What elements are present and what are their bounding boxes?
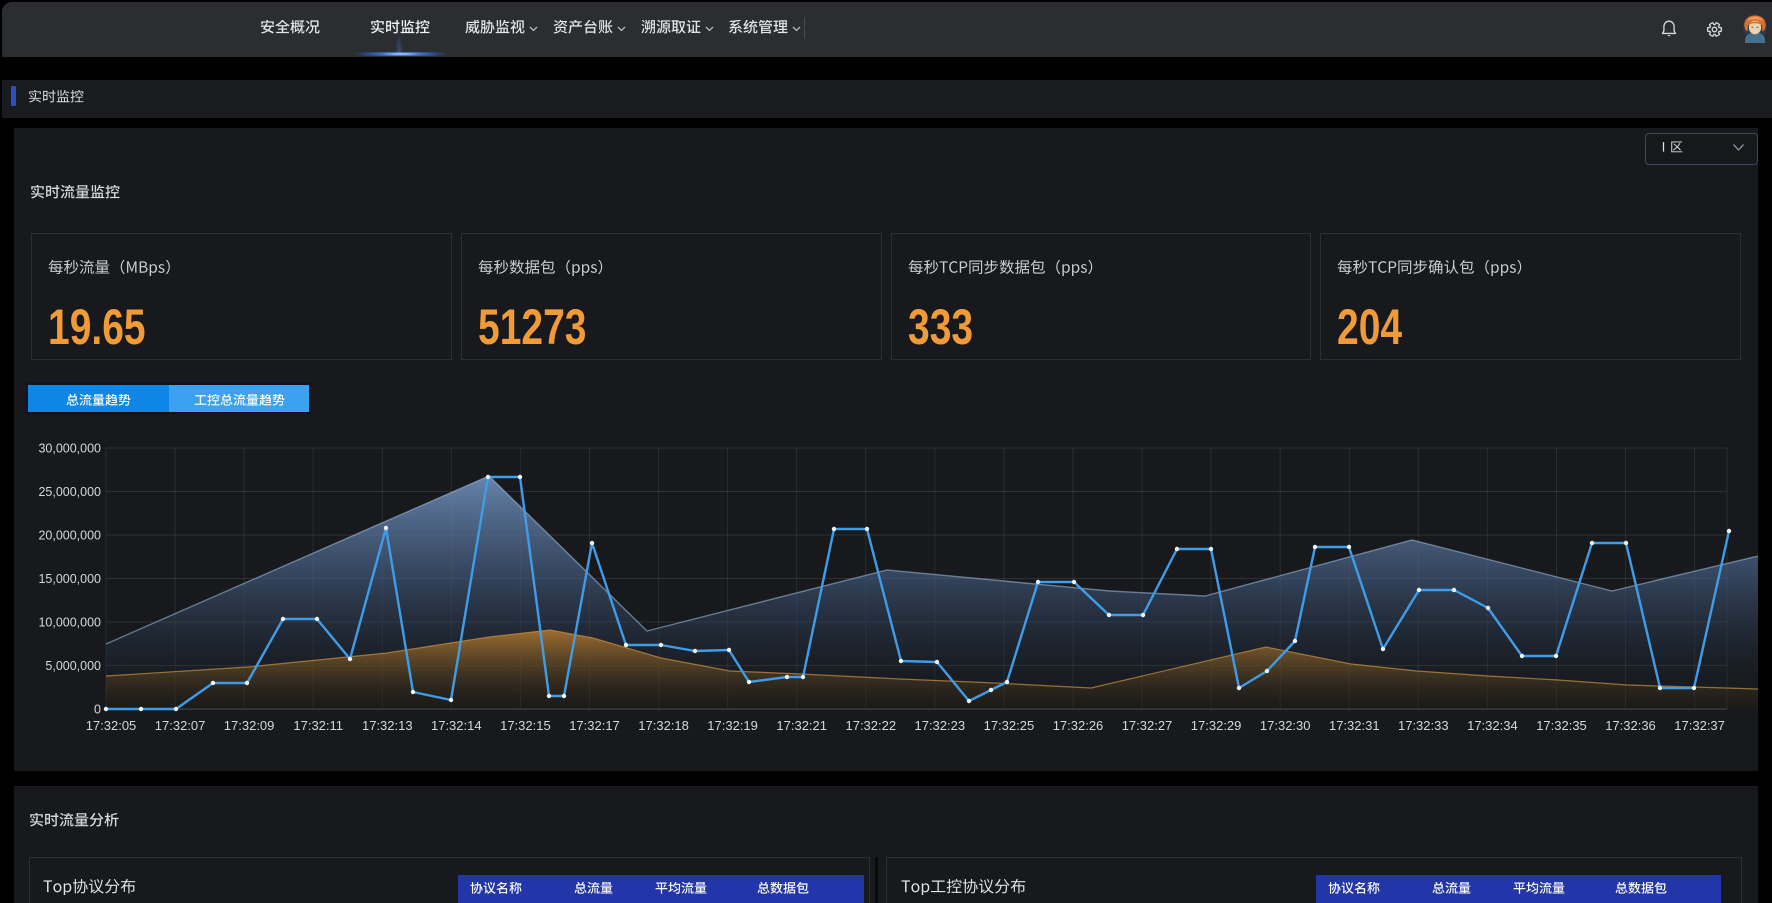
- svg-text:5,000,000: 5,000,000: [45, 659, 101, 673]
- svg-text:17:32:21: 17:32:21: [776, 718, 827, 733]
- svg-text:15,000,000: 15,000,000: [38, 572, 101, 586]
- svg-text:17:32:30: 17:32:30: [1260, 718, 1311, 733]
- svg-text:17:32:07: 17:32:07: [155, 718, 206, 733]
- svg-text:17:32:18: 17:32:18: [638, 718, 689, 733]
- svg-text:17:32:37: 17:32:37: [1674, 718, 1725, 733]
- svg-text:17:32:22: 17:32:22: [845, 718, 896, 733]
- svg-text:17:32:17: 17:32:17: [569, 718, 620, 733]
- svg-text:17:32:15: 17:32:15: [500, 718, 551, 733]
- svg-text:17:32:23: 17:32:23: [914, 718, 965, 733]
- svg-text:10,000,000: 10,000,000: [38, 616, 101, 630]
- svg-text:17:32:27: 17:32:27: [1122, 718, 1173, 733]
- svg-text:17:32:09: 17:32:09: [224, 718, 275, 733]
- svg-text:17:32:19: 17:32:19: [707, 718, 758, 733]
- svg-text:17:32:29: 17:32:29: [1191, 718, 1242, 733]
- svg-text:17:32:34: 17:32:34: [1467, 718, 1518, 733]
- svg-text:17:32:33: 17:32:33: [1398, 718, 1449, 733]
- svg-text:30,000,000: 30,000,000: [38, 442, 101, 456]
- svg-text:17:32:05: 17:32:05: [86, 718, 137, 733]
- svg-text:17:32:31: 17:32:31: [1329, 718, 1380, 733]
- svg-text:17:32:36: 17:32:36: [1605, 718, 1656, 733]
- svg-text:17:32:13: 17:32:13: [362, 718, 413, 733]
- svg-text:0: 0: [94, 703, 101, 717]
- svg-text:20,000,000: 20,000,000: [38, 529, 101, 543]
- svg-text:17:32:26: 17:32:26: [1053, 718, 1104, 733]
- svg-text:17:32:35: 17:32:35: [1536, 718, 1587, 733]
- svg-text:17:32:25: 17:32:25: [984, 718, 1035, 733]
- svg-text:17:32:14: 17:32:14: [431, 718, 482, 733]
- svg-text:25,000,000: 25,000,000: [38, 485, 101, 499]
- svg-text:17:32:11: 17:32:11: [293, 718, 343, 733]
